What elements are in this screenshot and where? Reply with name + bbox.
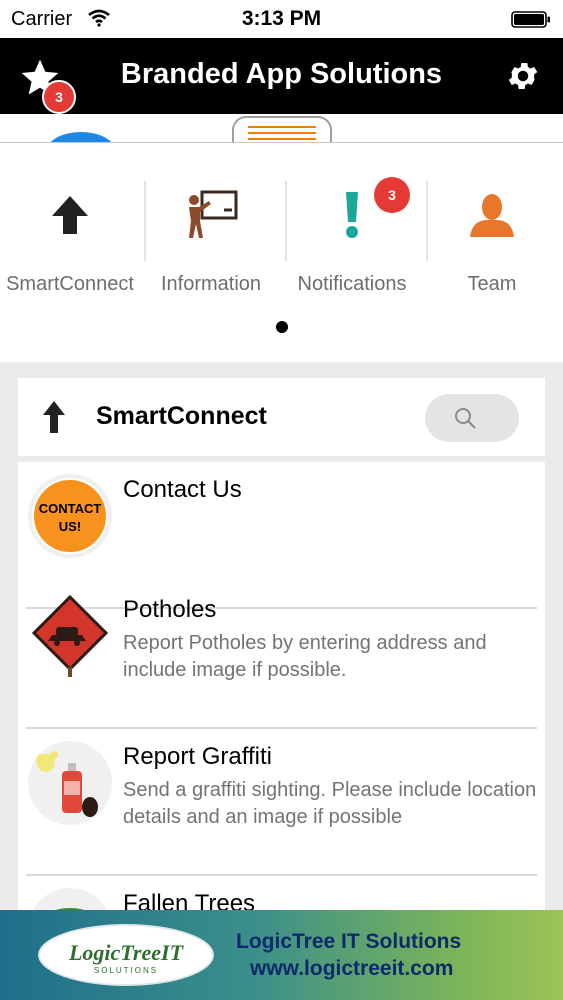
drawer-item-notifications[interactable]: Notifications bbox=[282, 143, 422, 318]
ad-url: www.logictreeit.com bbox=[250, 957, 454, 980]
ad-logo-subtitle: SOLUTIONS bbox=[93, 966, 159, 975]
clock-label: 3:13 PM bbox=[241, 7, 322, 30]
drawer-item-label: Notifications bbox=[297, 273, 407, 295]
person-icon bbox=[422, 185, 562, 245]
handle-line bbox=[248, 132, 316, 134]
pothole-sign-thumb bbox=[28, 594, 112, 678]
drawer-item-information[interactable]: Information bbox=[141, 143, 281, 318]
warning-sign-icon bbox=[31, 594, 109, 677]
ad-logo-text: LogicTreeIT bbox=[68, 940, 184, 965]
shortcut-drawer: SmartConnect Information Notifications 3… bbox=[0, 142, 563, 362]
spray-can-icon bbox=[34, 751, 98, 817]
drawer-item-team[interactable]: Team bbox=[422, 143, 562, 318]
list-item[interactable]: Potholes Report Potholes by entering add… bbox=[18, 582, 545, 729]
gear-icon[interactable] bbox=[505, 58, 541, 94]
search-icon bbox=[455, 408, 476, 429]
battery-icon bbox=[511, 11, 550, 28]
drawer-item-label: SmartConnect bbox=[6, 273, 134, 295]
item-description: Report Potholes by entering address and … bbox=[123, 632, 487, 681]
status-bar: Carrier 3:13 PM bbox=[0, 0, 563, 38]
contact-us-thumb: CONTACT US! bbox=[28, 474, 112, 558]
handle-line bbox=[248, 138, 316, 140]
app-screen: Carrier 3:13 PM 3 Branded App Solutions bbox=[0, 0, 563, 1000]
drawer-item-label: Team bbox=[467, 273, 517, 295]
ad-logo: LogicTreeIT SOLUTIONS bbox=[38, 924, 214, 986]
presentation-icon bbox=[141, 185, 281, 245]
main-content: SmartConnect CONTACT US! Contact Us Poth… bbox=[0, 362, 563, 922]
section-header: SmartConnect bbox=[18, 378, 545, 456]
contact-us-badge-icon: CONTACT US! bbox=[32, 478, 108, 554]
search-button[interactable] bbox=[425, 394, 519, 442]
notifications-badge: 3 bbox=[374, 177, 410, 213]
arrow-up-icon bbox=[43, 401, 65, 433]
page-indicator-dot[interactable] bbox=[276, 321, 288, 333]
ad-banner[interactable]: LogicTreeIT SOLUTIONS LogicTree IT Solut… bbox=[0, 910, 563, 1000]
item-title: Potholes bbox=[123, 596, 217, 623]
arrow-up-icon bbox=[0, 185, 140, 245]
item-title: Report Graffiti bbox=[123, 743, 272, 770]
list-item[interactable]: Report Graffiti Send a graffiti sighting… bbox=[18, 729, 545, 876]
handle-line bbox=[248, 126, 316, 128]
drawer-item-smartconnect[interactable]: SmartConnect bbox=[0, 143, 140, 318]
page-title: Branded App Solutions bbox=[120, 58, 443, 90]
svg-text:CONTACT: CONTACT bbox=[39, 501, 102, 516]
drawer-item-label: Information bbox=[160, 273, 262, 295]
background-logo bbox=[46, 132, 116, 142]
nav-bar: 3 Branded App Solutions bbox=[0, 38, 563, 114]
svg-text:US!: US! bbox=[59, 519, 81, 534]
spray-can-thumb bbox=[28, 741, 112, 825]
item-description: Send a graffiti sighting. Please include… bbox=[123, 779, 537, 828]
ad-headline: LogicTree IT Solutions bbox=[236, 930, 462, 953]
section-title: SmartConnect bbox=[96, 402, 267, 430]
item-title: Contact Us bbox=[123, 476, 242, 503]
item-list: CONTACT US! Contact Us Potholes Report P… bbox=[18, 462, 545, 922]
